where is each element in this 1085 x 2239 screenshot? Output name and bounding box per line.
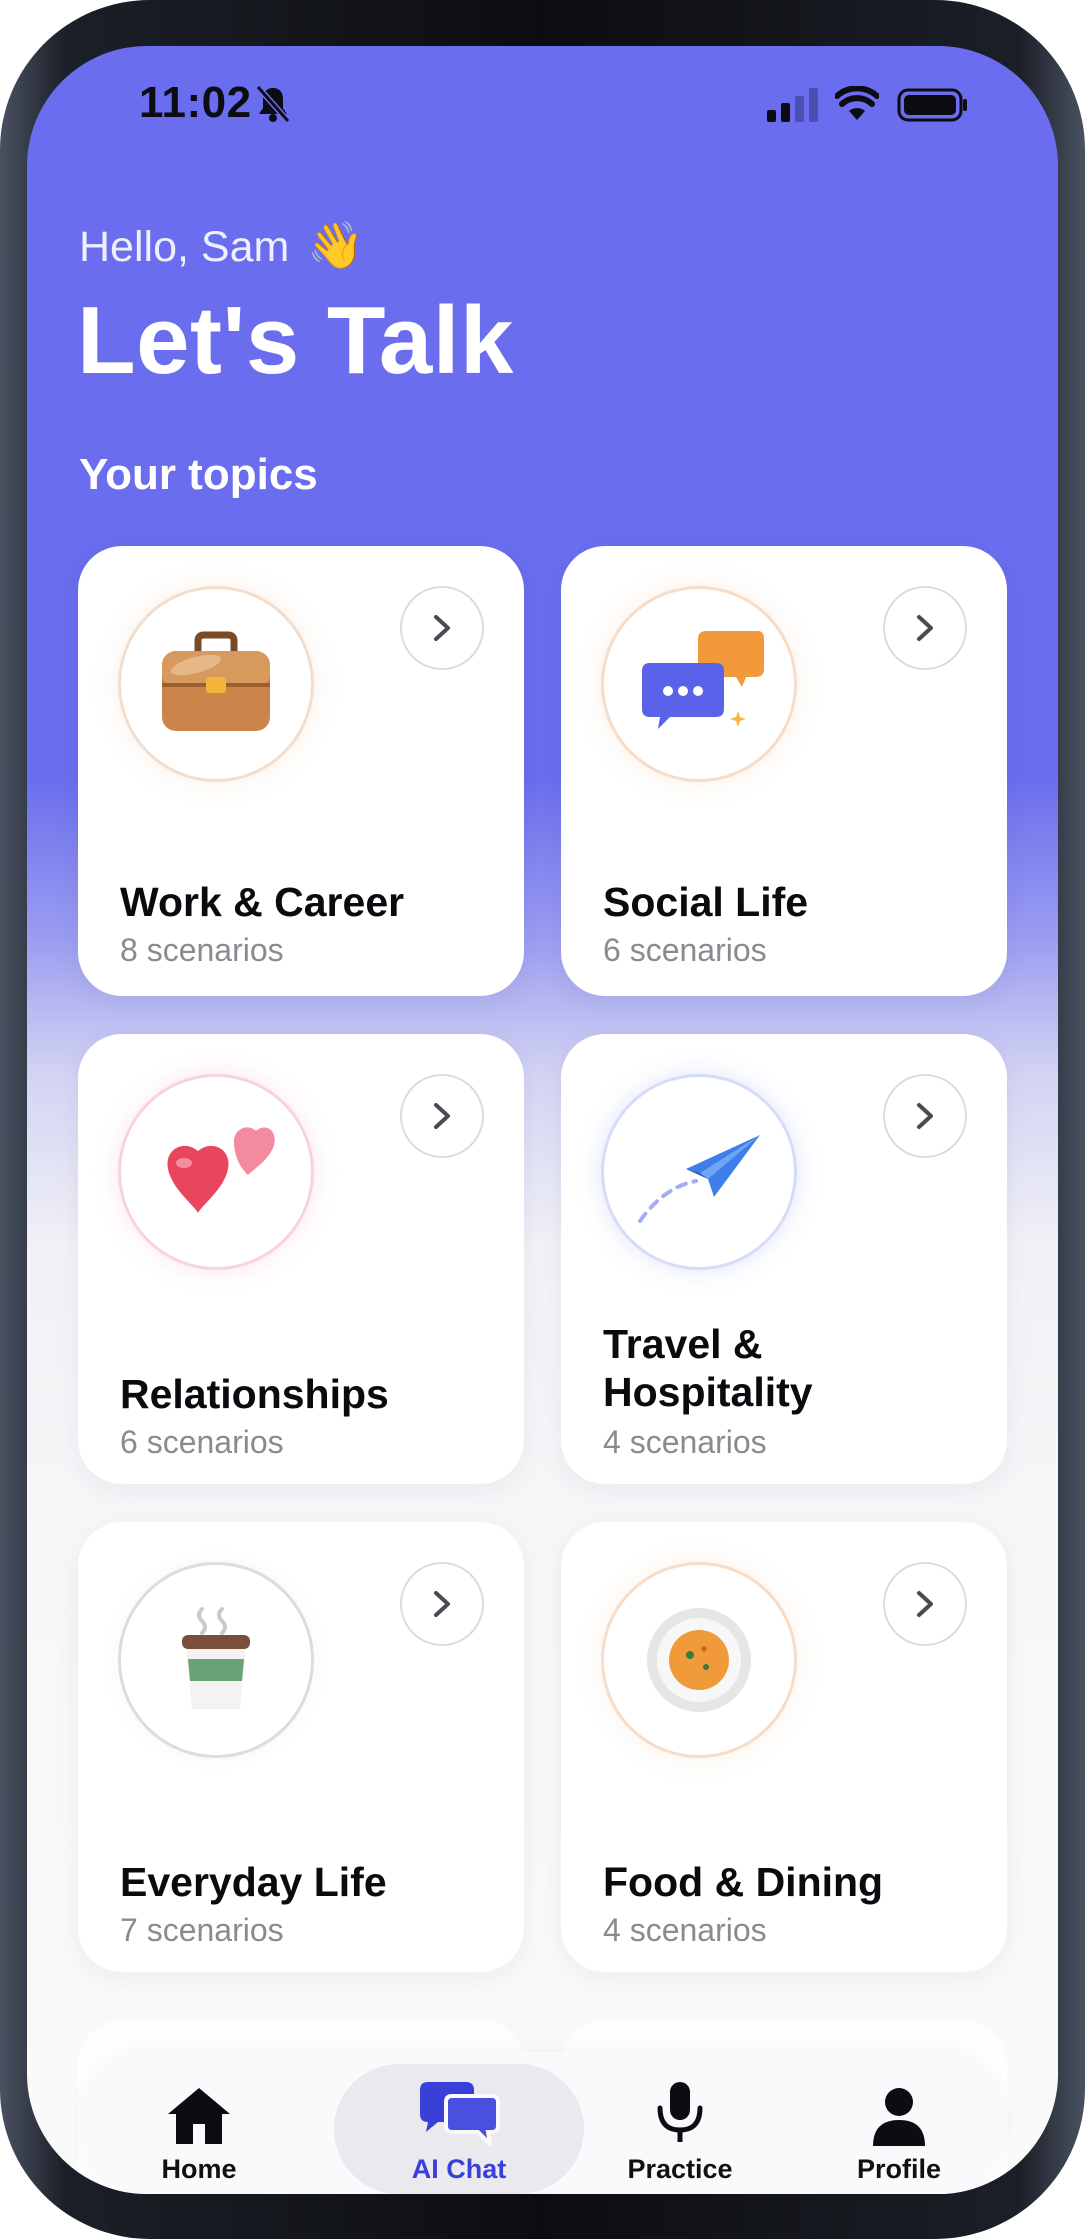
microphone-icon: [657, 2082, 703, 2142]
topic-card-work-career[interactable]: Work & Career 8 scenarios: [78, 546, 524, 996]
topic-scenario-count: 4 scenarios: [603, 1424, 767, 1460]
topic-icon-container: [601, 586, 797, 782]
topic-scenario-count: 8 scenarios: [120, 932, 284, 968]
topic-scenario-count: 7 scenarios: [120, 1912, 284, 1948]
chevron-right-icon: [917, 615, 933, 641]
topic-title: Everyday Life: [120, 1859, 387, 1905]
tab-label: Profile: [856, 2154, 942, 2184]
topic-icon-container: [118, 586, 314, 782]
greeting: Hello, Sam 👋: [79, 218, 365, 273]
topic-title: Food & Dining: [603, 1859, 884, 1905]
battery-icon: [897, 88, 967, 122]
open-topic-button[interactable]: [883, 586, 967, 670]
topic-card-social-life[interactable]: Social Life 6 scenarios: [561, 546, 1007, 996]
section-title: Your topics: [79, 450, 318, 499]
topic-scenario-count: 6 scenarios: [120, 1424, 284, 1460]
cellular-signal-icon: [767, 88, 818, 122]
waving-hand-icon: 👋: [307, 219, 365, 271]
open-topic-button[interactable]: [400, 1074, 484, 1158]
chat-bubbles-icon: [420, 2082, 500, 2146]
open-topic-button[interactable]: [883, 1562, 967, 1646]
topic-card-travel-hospitality[interactable]: Travel & Hospitality 4 scenarios: [561, 1034, 1007, 1484]
tab-label: Practice: [627, 2154, 733, 2184]
topic-title: Relationships: [120, 1371, 389, 1417]
chevron-right-icon: [917, 1591, 933, 1617]
speech-bubbles-icon: [642, 631, 764, 729]
topic-scenario-count: 6 scenarios: [603, 932, 767, 968]
page-title: Let's Talk: [77, 287, 514, 394]
topic-title: Work & Career: [120, 879, 405, 925]
home-icon: [168, 2088, 230, 2144]
person-icon: [873, 2088, 925, 2146]
tab-practice[interactable]: Practice: [585, 2052, 775, 2194]
topic-scenario-count: 4 scenarios: [603, 1912, 767, 1948]
open-topic-button[interactable]: [400, 1562, 484, 1646]
status-time: 11:02: [139, 78, 252, 127]
briefcase-icon: [162, 631, 270, 731]
tab-label: AI Chat: [411, 2154, 507, 2184]
screen: 11:02 Hello, Sam 👋 Let's Talk Your topic…: [27, 46, 1058, 2194]
greeting-text: Hello, Sam: [79, 223, 290, 271]
chevron-right-icon: [917, 1103, 933, 1129]
wifi-icon: [835, 86, 879, 120]
open-topic-button[interactable]: [400, 586, 484, 670]
tab-profile[interactable]: Profile: [804, 2052, 994, 2194]
hearts-icon: [167, 1127, 275, 1213]
chevron-right-icon: [434, 615, 450, 641]
bell-muted-icon: [255, 85, 291, 123]
topic-icon-container: [601, 1562, 797, 1758]
topic-icon-container: [118, 1562, 314, 1758]
topic-card-food-dining[interactable]: Food & Dining 4 scenarios: [561, 1522, 1007, 1972]
open-topic-button[interactable]: [883, 1074, 967, 1158]
topic-card-everyday-life[interactable]: Everyday Life 7 scenarios: [78, 1522, 524, 1972]
topic-title: Travel & Hospitality: [603, 1321, 813, 1415]
tab-ai-chat[interactable]: AI Chat: [334, 2052, 584, 2194]
tab-home[interactable]: Home: [104, 2052, 294, 2194]
topic-icon-container: [601, 1074, 797, 1270]
topic-title: Social Life: [603, 879, 809, 925]
paper-plane-icon: [638, 1135, 760, 1223]
coffee-cup-icon: [182, 1607, 250, 1709]
plate-icon: [647, 1608, 751, 1712]
topic-card-relationships[interactable]: Relationships 6 scenarios: [78, 1034, 524, 1484]
chevron-right-icon: [434, 1591, 450, 1617]
tab-bar: Home AI Chat Practice Profile: [79, 2052, 1007, 2194]
chevron-right-icon: [434, 1103, 450, 1129]
tab-label: Home: [161, 2154, 237, 2184]
topic-icon-container: [118, 1074, 314, 1270]
